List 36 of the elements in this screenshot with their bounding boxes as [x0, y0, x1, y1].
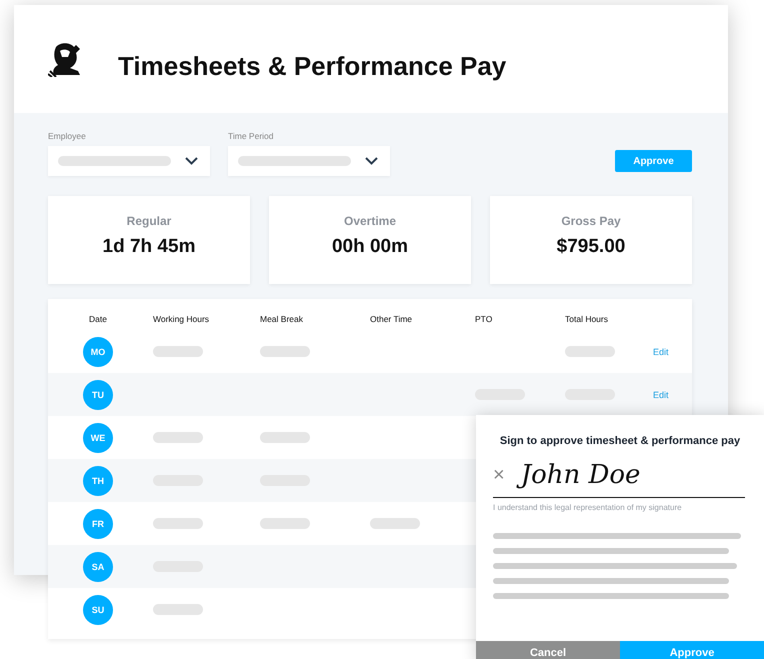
dialog-title: Sign to approve timesheet & performance pay [498, 435, 742, 447]
day-badge: TH [83, 466, 113, 496]
column-header: Other Time [369, 314, 414, 326]
approve-button[interactable]: Approve [615, 150, 692, 172]
signature-field[interactable]: × John Doe [493, 455, 745, 498]
column-header: PTO [474, 314, 494, 326]
edit-link[interactable]: Edit [645, 390, 692, 400]
field-label: Time Period [228, 131, 275, 141]
stat-label: Gross Pay [561, 214, 621, 228]
day-badge: TU [83, 380, 113, 410]
stat-label: Regular [126, 214, 172, 228]
day-badge: MO [83, 336, 113, 366]
column-header: Date [88, 314, 108, 326]
stat-label: Overtime [344, 214, 396, 228]
column-header: Total Hours [564, 314, 609, 326]
day-badge: SU [83, 594, 113, 624]
dropdown-field[interactable] [228, 146, 390, 176]
edit-link[interactable]: Edit [645, 346, 692, 356]
signature-caption: I understand this legal representation of my signature [493, 503, 683, 512]
page-title: Timesheets & Performance Pay [118, 51, 506, 82]
column-header: Meal Break [259, 314, 304, 326]
chevron-down-icon [185, 157, 198, 165]
stat-value: 1d 7h 45m [102, 236, 196, 258]
cancel-button[interactable]: Cancel [476, 641, 620, 659]
day-badge: WE [83, 422, 113, 452]
chevron-down-icon [365, 157, 378, 165]
clear-signature-button[interactable]: × [493, 463, 505, 487]
signature: John Doe [516, 455, 644, 495]
stat-value: 00h 00m [332, 236, 408, 258]
column-header: Working Hours [152, 314, 210, 326]
approve-button[interactable]: Approve [620, 641, 764, 659]
day-badge: SA [83, 552, 113, 582]
day-badge: FR [83, 508, 113, 538]
field-label: Employee [48, 131, 87, 141]
stat-value: $795.00 [556, 236, 626, 258]
dropdown-field[interactable] [48, 146, 210, 176]
